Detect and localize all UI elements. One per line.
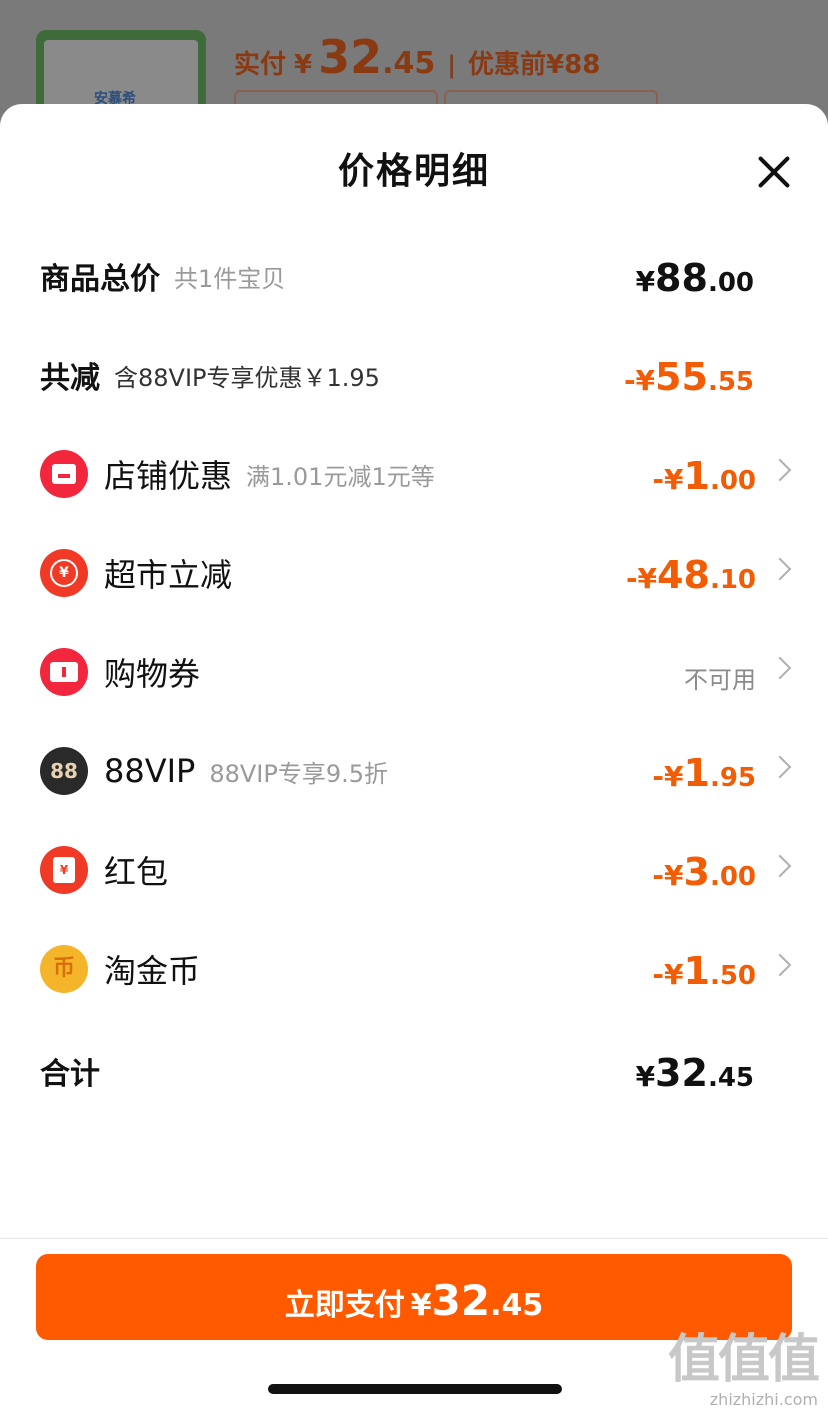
row-shop-discount[interactable]: 店铺优惠 满1.01元减1元等 -¥ 1 .00 [0,434,828,514]
price-detail-sheet: 价格明细 商品总价 共1件宝贝 ¥ 88 .00 共减 含88VIP专享优惠￥1… [0,104,828,1413]
row-label: 商品总价 [40,262,160,297]
row-status: 不可用 [684,632,756,712]
pay-button-label: 立即支付 [284,1288,405,1323]
amount-int: 88 [655,256,708,300]
vip-88-icon: 88 [40,747,88,795]
paid-dec: .45 [382,46,436,81]
red-envelope-icon: ¥ [40,846,88,894]
row-sub: 88VIP专享9.5折 [209,759,389,788]
paid-label: 实付 [234,50,287,80]
watermark-logo: 值值值 [667,1330,820,1390]
footer-divider [0,1238,828,1239]
row-amount: -¥ 1 .95 [652,731,756,811]
sheet-title: 价格明细 [337,151,490,192]
row-supermarket-discount[interactable]: ¥ 超市立减 -¥ 48 .10 [0,533,828,613]
amount-dec: .00 [709,862,756,892]
amount-sign: -¥ [652,859,684,892]
chevron-right-icon [768,656,792,680]
row-sub: 共1件宝贝 [174,264,286,293]
amount-dec: .00 [709,466,756,496]
watermark-url: zhizhizhi.com [709,1390,818,1409]
row-label: 合计 [40,1057,100,1092]
amount-int: 1 [683,949,710,993]
price-separator: | [447,51,457,79]
row-sum: 合计 ¥ 32 .45 [0,1031,828,1111]
chevron-right-icon [768,458,792,482]
row-red-packet[interactable]: ¥ 红包 -¥ 3 .00 [0,830,828,910]
row-label: 共减 [40,361,100,396]
paid-currency: ¥ [294,50,313,80]
amount-int: 1 [683,454,710,498]
amount-sign: -¥ [652,760,684,793]
amount-dec: .50 [709,961,756,991]
pay-button-dec: .45 [490,1288,544,1323]
row-label: 淘金币 [104,952,201,990]
row-shopping-coupon[interactable]: 购物券 不可用 [0,632,828,712]
amount-sign: ¥ [635,1060,656,1093]
row-sub: 含88VIP专享优惠￥1.95 [114,363,380,392]
before-discount-label: 优惠前¥88 [468,50,601,80]
chevron-right-icon [768,953,792,977]
row-amount: ¥ 32 .45 [636,1031,754,1111]
amount-sign: -¥ [652,463,684,496]
row-label: 店铺优惠 [104,457,233,495]
row-total: 商品总价 共1件宝贝 ¥ 88 .00 [0,236,828,316]
amount-dec: .10 [709,565,756,595]
row-amount: -¥ 48 .10 [626,533,756,613]
amount-int: 3 [683,850,710,894]
watermark: 值值值 zhizhizhi.com [667,1330,820,1409]
amount-dec: .55 [707,367,754,397]
row-amount: -¥ 55 .55 [624,335,754,415]
amount-sign: ¥ [635,265,656,298]
yuan-discount-icon: ¥ [40,549,88,597]
chevron-right-icon [768,557,792,581]
pay-now-button[interactable]: 立即支付 ¥ 32 .45 [36,1254,792,1340]
row-amount: -¥ 1 .50 [652,929,756,1009]
amount-int: 1 [683,751,710,795]
chevron-right-icon [768,755,792,779]
row-label: 88VIP [104,752,196,790]
row-total-reduction: 共减 含88VIP专享优惠￥1.95 -¥ 55 .55 [0,335,828,415]
row-88vip[interactable]: 88 88VIP 88VIP专享9.5折 -¥ 1 .95 [0,731,828,811]
amount-int: 48 [657,553,710,597]
row-label: 红包 [104,853,169,891]
row-amount: -¥ 1 .00 [652,434,756,514]
row-label: 超市立减 [104,556,233,594]
row-amount: ¥ 88 .00 [636,236,754,316]
amount-sign: -¥ [623,364,656,397]
amount-int: 32 [655,1051,708,1095]
row-taobao-coins[interactable]: 币 淘金币 -¥ 1 .50 [0,929,828,1009]
paid-int: 32 [318,30,383,84]
background-price-line: 实付 ¥ 32 .45 | 优惠前¥88 [234,30,600,84]
row-sub: 满1.01元减1元等 [246,462,435,491]
amount-sign: -¥ [652,958,684,991]
gold-coin-icon: 币 [40,945,88,993]
coupon-icon [40,648,88,696]
shop-icon [40,450,88,498]
amount-sign: -¥ [625,562,658,595]
pay-button-sign: ¥ [410,1288,432,1323]
amount-dec: .45 [707,1063,754,1093]
amount-int: 55 [655,355,708,399]
coupon-status: 不可用 [684,666,756,694]
pay-button-int: 32 [431,1276,491,1325]
amount-dec: .95 [709,763,756,793]
row-amount: -¥ 3 .00 [652,830,756,910]
chevron-right-icon [768,854,792,878]
home-indicator[interactable] [268,1384,562,1394]
close-icon[interactable] [756,154,792,190]
row-label: 购物券 [104,655,201,693]
amount-dec: .00 [707,268,754,298]
